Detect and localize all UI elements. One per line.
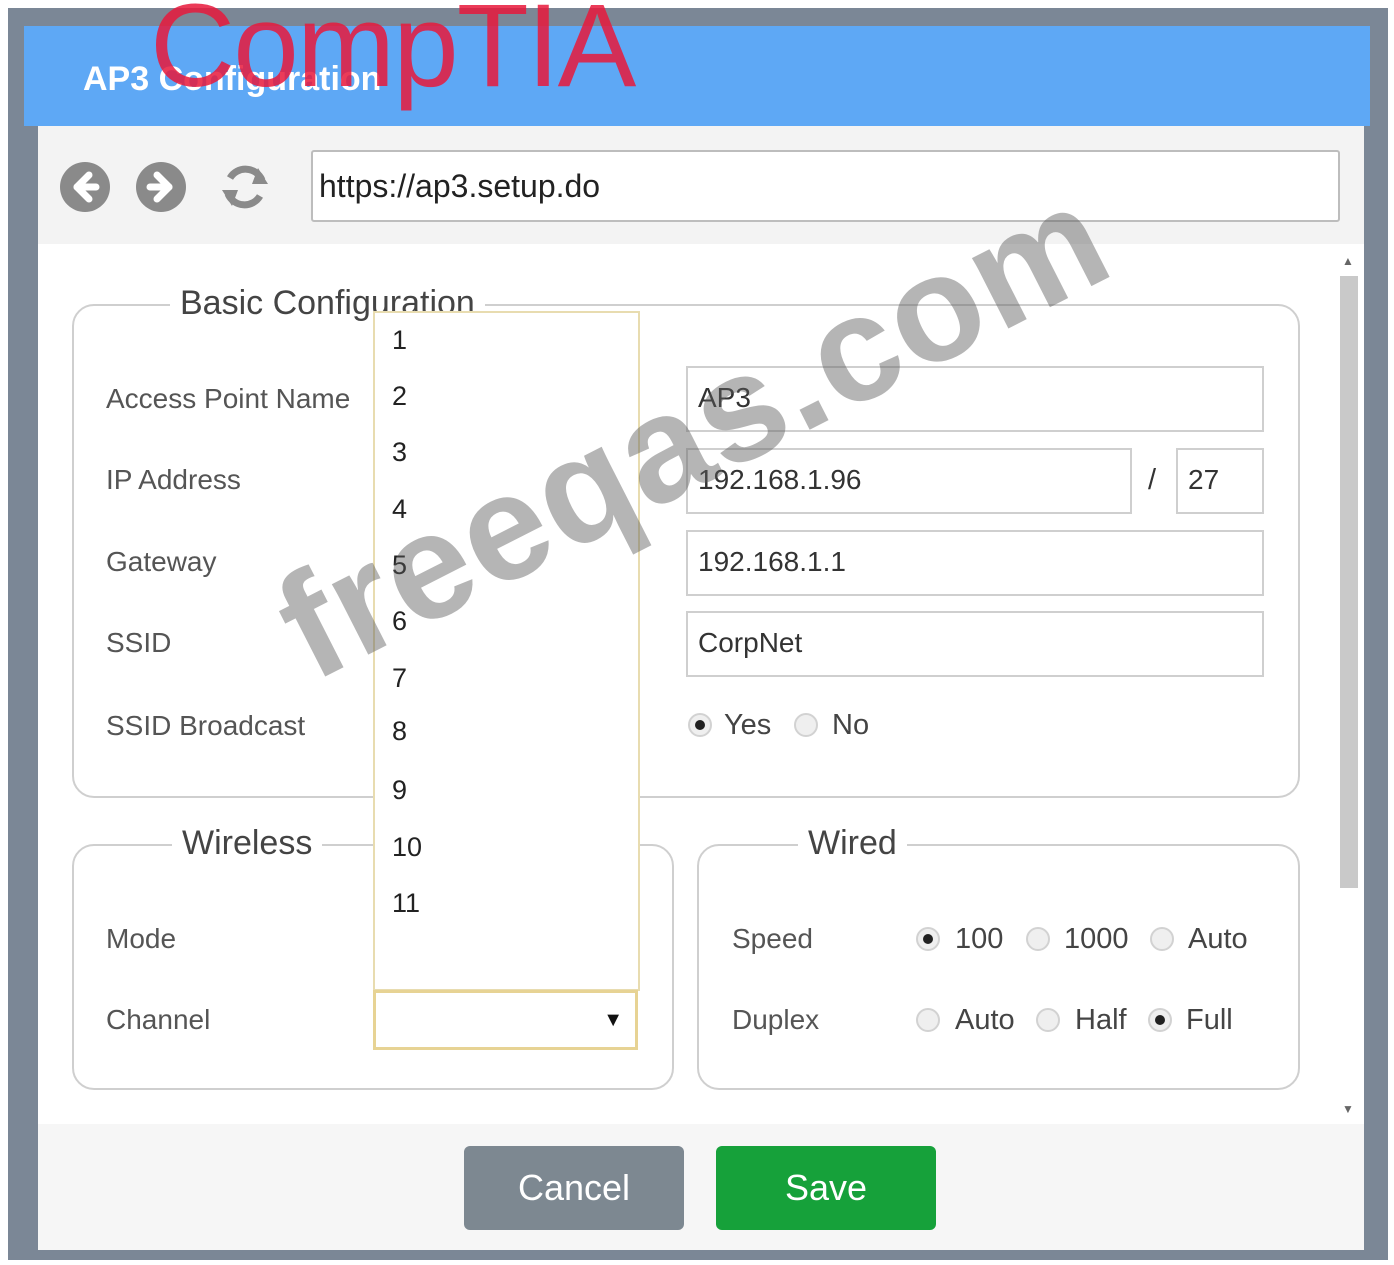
scrollbar-thumb[interactable] — [1340, 276, 1358, 888]
duplex-full-radio[interactable] — [1148, 1008, 1172, 1032]
wireless-legend: Wireless — [172, 824, 323, 863]
dialog-footer — [38, 1124, 1364, 1250]
speed-100-label: 100 — [955, 923, 1004, 955]
duplex-auto-label: Auto — [955, 1004, 1015, 1036]
ip-prefix-input[interactable]: 27 — [1176, 448, 1264, 514]
ap-name-label: Access Point Name — [106, 383, 351, 414]
channel-option-11[interactable]: 11 — [392, 888, 420, 919]
ssid-broadcast-label: SSID Broadcast — [106, 710, 306, 741]
channel-select[interactable]: ▼ — [373, 990, 638, 1050]
broadcast-no-radio[interactable] — [794, 713, 818, 737]
speed-label: Speed — [732, 923, 813, 954]
back-arrow-icon[interactable] — [58, 160, 112, 214]
channel-option-3[interactable]: 3 — [392, 437, 407, 468]
broadcast-yes-radio[interactable] — [688, 713, 712, 737]
ssid-label: SSID — [106, 627, 172, 658]
cancel-button[interactable]: Cancel — [464, 1146, 684, 1230]
forward-arrow-icon[interactable] — [134, 160, 188, 214]
channel-option-9[interactable]: 9 — [392, 775, 407, 806]
save-button[interactable]: Save — [716, 1146, 936, 1230]
channel-option-8[interactable]: 8 — [392, 716, 407, 747]
duplex-label: Duplex — [732, 1004, 820, 1035]
channel-label: Channel — [106, 1004, 211, 1035]
wired-group — [697, 844, 1300, 1090]
scroll-down-icon[interactable]: ▼ — [1342, 1102, 1354, 1116]
chevron-down-icon[interactable]: ▼ — [603, 1009, 623, 1032]
broadcast-yes-label: Yes — [724, 709, 772, 741]
gateway-label: Gateway — [106, 546, 217, 577]
refresh-icon[interactable] — [218, 160, 272, 214]
channel-option-10[interactable]: 10 — [392, 832, 422, 863]
broadcast-no-label: No — [832, 709, 870, 741]
speed-1000-label: 1000 — [1064, 923, 1129, 955]
duplex-full-label: Full — [1186, 1004, 1233, 1036]
address-bar[interactable]: https://ap3.setup.do — [311, 150, 1340, 222]
comptia-logo: CompTIA — [150, 0, 636, 112]
channel-option-1[interactable]: 1 — [392, 325, 407, 356]
speed-1000-radio[interactable] — [1026, 927, 1050, 951]
speed-auto-radio[interactable] — [1150, 927, 1174, 951]
channel-option-2[interactable]: 2 — [392, 381, 407, 412]
speed-100-radio[interactable] — [916, 927, 940, 951]
ip-address-label: IP Address — [106, 464, 241, 495]
speed-auto-label: Auto — [1188, 923, 1248, 955]
scroll-up-icon[interactable]: ▲ — [1342, 254, 1354, 268]
duplex-auto-radio[interactable] — [916, 1008, 940, 1032]
duplex-half-radio[interactable] — [1036, 1008, 1060, 1032]
duplex-half-label: Half — [1075, 1004, 1127, 1036]
gateway-input[interactable]: 192.168.1.1 — [686, 530, 1264, 596]
wired-legend: Wired — [798, 824, 907, 863]
ip-prefix-separator: / — [1148, 464, 1157, 496]
ssid-input[interactable]: CorpNet — [686, 611, 1264, 677]
mode-label: Mode — [106, 923, 177, 954]
